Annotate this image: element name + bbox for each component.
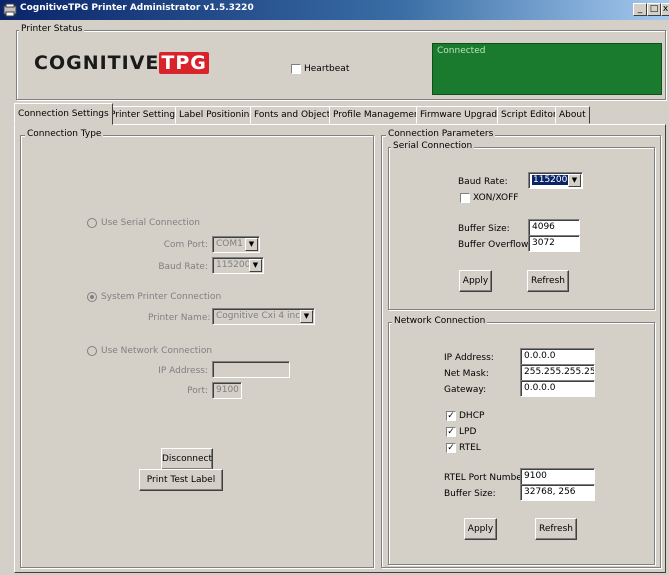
heartbeat-checkbox[interactable] [291,64,301,74]
network-apply-button[interactable]: Apply [464,518,497,540]
ip-address-field[interactable] [212,361,290,378]
serial-connection-group [388,147,655,310]
network-buffer-size-label: Buffer Size: [444,489,496,499]
ip-address-label: IP Address: [158,366,208,376]
lpd-checkbox[interactable]: ✓ [446,427,456,437]
tab-fonts-and-objects[interactable]: Fonts and Objects [250,106,339,124]
heartbeat-label: Heartbeat [304,64,350,74]
printer-name-select[interactable]: Cognitive Cxi 4 inch T ▼ [212,308,315,325]
port-field[interactable]: 9100 [212,382,242,399]
port-label: Port: [187,386,208,396]
radio-selected-dot [90,295,94,299]
dhcp-checkbox[interactable]: ✓ [446,411,456,421]
tab-connection-settings[interactable]: Connection Settings [14,103,113,125]
dhcp-label: DHCP [459,411,485,421]
rtel-checkbox[interactable]: ✓ [446,443,456,453]
serial-refresh-button[interactable]: Refresh [527,270,569,292]
rtel-label: RTEL [459,443,481,453]
maximize-button[interactable]: □ [647,3,661,16]
buffer-size-label: Buffer Size: [458,224,510,234]
chevron-down-icon[interactable]: ▼ [568,174,581,187]
serial-apply-button[interactable]: Apply [459,270,492,292]
tab-printer-settings[interactable]: Printer Settings [106,106,184,124]
status-text: Connected [437,46,486,56]
buffer-size-field[interactable]: 4096 [528,219,580,236]
serial-baud-rate-select[interactable]: 115200 ▼ [528,172,583,189]
chevron-down-icon[interactable]: ▼ [249,259,262,272]
network-ip-field[interactable]: 0.0.0.0 [520,348,595,365]
serial-connection-group-label: Serial Connection [391,141,475,151]
print-test-label-button[interactable]: Print Test Label [139,469,223,491]
tab-profile-management[interactable]: Profile Management [329,106,428,124]
system-printer-label: System Printer Connection [101,292,222,302]
rtel-port-field[interactable]: 9100 [520,468,595,485]
network-ip-label: IP Address: [444,353,494,363]
buffer-overflow-label: Buffer Overflow: [458,240,531,250]
net-mask-label: Net Mask: [444,369,489,379]
printer-name-label: Printer Name: [148,313,211,323]
minimize-button[interactable]: _ [633,3,647,16]
baud-rate-select[interactable]: 115200 ▼ [212,257,264,274]
tab-label-positioning[interactable]: Label Positioning [175,106,260,124]
com-port-value: COM1 [216,239,243,249]
connection-type-label: Connection Type [25,129,104,139]
serial-baud-rate-label: Baud Rate: [458,177,508,187]
disconnect-button[interactable]: Disconnect [161,448,213,470]
xon-xoff-label: XON/XOFF [473,193,519,203]
baud-rate-label: Baud Rate: [158,262,208,272]
network-refresh-button[interactable]: Refresh [535,518,577,540]
logo-text-main: COGNITIVE [34,52,160,74]
serial-connection-label: Use Serial Connection [101,218,200,228]
window-title: CognitiveTPG Printer Administrator v1.5.… [20,3,254,13]
close-button[interactable]: x [661,3,669,16]
printer-status-label: Printer Status [19,24,85,34]
tab-firmware-upgrade[interactable]: Firmware Upgrade [416,106,507,124]
network-connection-label: Use Network Connection [101,346,213,356]
connection-parameters-label: Connection Parameters [386,129,496,139]
tab-about[interactable]: About [555,106,590,124]
lpd-label: LPD [459,427,477,437]
app-icon [3,3,17,17]
network-buffer-size-field[interactable]: 32768, 256 [520,484,595,501]
com-port-select[interactable]: COM1 ▼ [212,236,260,253]
tab-script-editor[interactable]: Script Editor [497,106,561,124]
checkmark-icon: ✓ [447,427,455,437]
network-connection-radio[interactable] [87,346,97,356]
serial-baud-rate-value: 115200 [532,175,569,185]
serial-connection-radio[interactable] [87,218,97,228]
rtel-port-label: RTEL Port Number: [444,473,529,483]
gateway-label: Gateway: [444,385,487,395]
logo: COGNITIVE TPG [34,52,209,74]
buffer-overflow-field[interactable]: 3072 [528,235,580,252]
system-printer-radio[interactable] [87,292,97,302]
chevron-down-icon[interactable]: ▼ [245,238,258,251]
chevron-down-icon[interactable]: ▼ [300,310,313,323]
com-port-label: Com Port: [163,240,208,250]
gateway-field[interactable]: 0.0.0.0 [520,380,595,397]
network-connection-group-label: Network Connection [392,316,488,326]
checkmark-icon: ✓ [447,443,455,453]
checkmark-icon: ✓ [447,411,455,421]
baud-rate-value: 115200 [216,260,251,270]
logo-text-accent: TPG [159,52,209,74]
net-mask-field[interactable]: 255.255.255.255 [520,364,595,381]
xon-xoff-checkbox[interactable] [460,193,470,203]
